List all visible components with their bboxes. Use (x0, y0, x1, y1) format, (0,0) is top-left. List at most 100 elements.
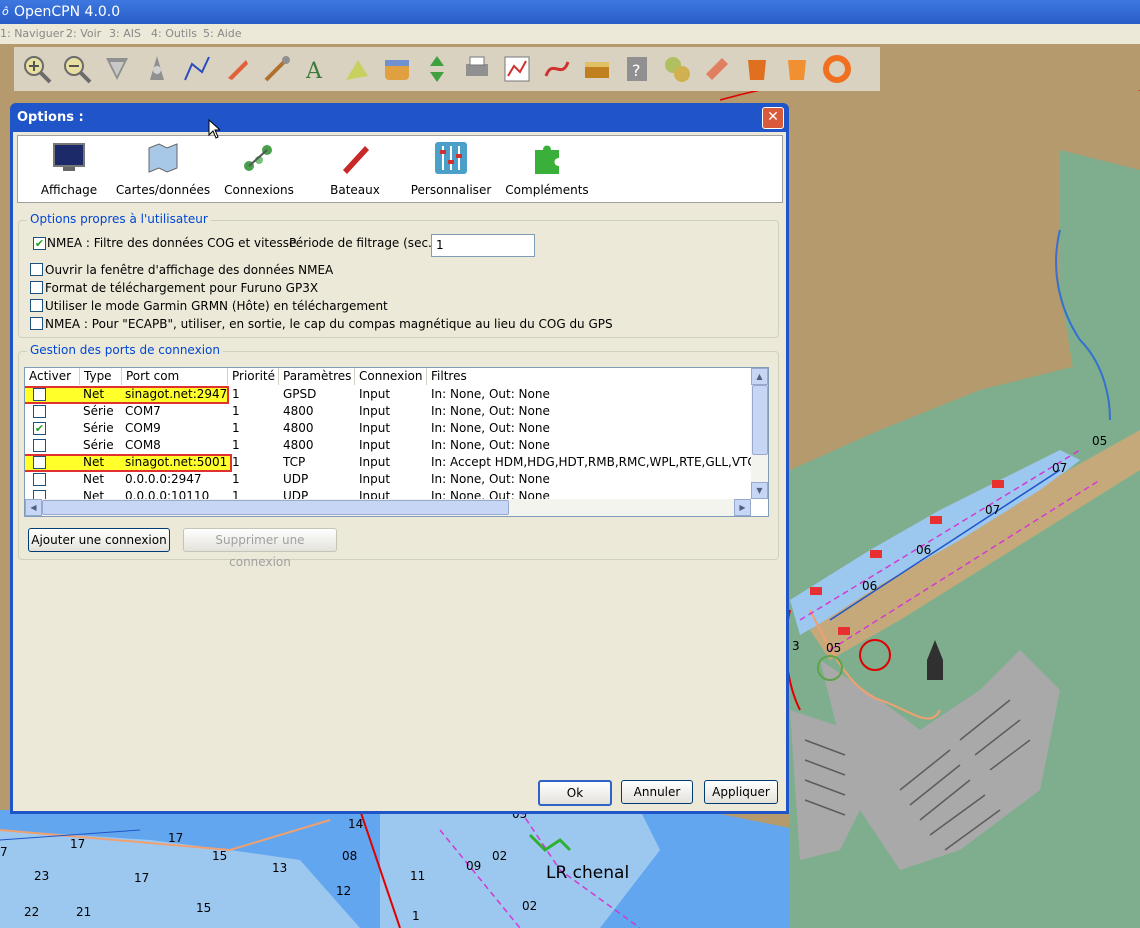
svg-text:7: 7 (0, 845, 8, 859)
filter-period-input[interactable] (431, 234, 535, 257)
col-header-activer[interactable]: Activer (25, 368, 80, 385)
svg-text:17: 17 (70, 837, 85, 851)
menu-voir[interactable]: 2: Voir (66, 24, 101, 44)
ecapb-checkbox[interactable] (30, 317, 43, 330)
cell-conn: Input (359, 455, 391, 469)
svg-text:23: 23 (34, 869, 49, 883)
vertical-scrollbar[interactable]: ▲ ▼ (751, 368, 768, 499)
cancel-button[interactable]: Annuler (621, 780, 693, 804)
furuno-format-checkbox[interactable] (30, 281, 43, 294)
plugins-icon (535, 145, 559, 174)
svg-text:08: 08 (342, 849, 357, 863)
dashboard-icon[interactable] (660, 52, 694, 86)
menu-outils[interactable]: 4: Outils (151, 24, 197, 44)
table-row[interactable]: Net sinagot.net:2947 1 GPSD Input In: None, O… (25, 386, 751, 404)
bucket2-icon[interactable] (780, 52, 814, 86)
print-icon[interactable] (460, 52, 494, 86)
remove-connection-button[interactable]: Supprimer une connexion (183, 528, 337, 569)
cell-conn: Input (359, 438, 391, 452)
menu-naviguer[interactable]: 1: Naviguer (0, 24, 64, 44)
row-enable-checkbox[interactable] (33, 388, 46, 401)
zoom-out-icon[interactable] (60, 52, 94, 86)
connections-legend: Gestion des ports de connexion (27, 343, 223, 357)
horizontal-scroll-thumb[interactable] (42, 500, 509, 515)
connections-icon (244, 145, 272, 171)
row-enable-checkbox[interactable]: ✔ (33, 422, 46, 435)
bucket-icon[interactable] (740, 52, 774, 86)
table-row[interactable]: Net sinagot.net:5001 1 TCP Input In: Accept H… (25, 454, 768, 472)
rubber-icon[interactable] (700, 52, 734, 86)
row-enable-checkbox[interactable] (33, 456, 46, 469)
opencpn-logo-icon: ô (2, 5, 9, 18)
cell-port: COM9 (125, 421, 161, 435)
scroll-down-button[interactable]: ▼ (751, 482, 768, 499)
row-enable-checkbox[interactable] (33, 439, 46, 452)
lifebuoy-icon[interactable] (820, 52, 854, 86)
tide-icon[interactable] (420, 52, 454, 86)
col-header-filtres[interactable]: Filtres (427, 368, 751, 385)
chart-scale-icon[interactable] (100, 52, 134, 86)
open-nmea-window-checkbox[interactable] (30, 263, 43, 276)
svg-text:21: 21 (76, 905, 91, 919)
category-affichage[interactable]: Affichage (21, 138, 117, 202)
svg-text:22: 22 (24, 905, 39, 919)
cell-port: sinagot.net:2947 (125, 387, 228, 401)
svg-text:11: 11 (410, 869, 425, 883)
opencpn-main-window: LR chenal 17 15 14 08 09 02 17 17 13 12 11 23 22… (0, 0, 1140, 928)
svg-text:02: 02 (522, 899, 537, 913)
help-icon[interactable]: ? (620, 52, 654, 86)
menu-ais[interactable]: 3: AIS (109, 24, 141, 44)
col-header-parametres[interactable]: Paramètres (279, 368, 355, 385)
stack-icon[interactable] (580, 52, 614, 86)
svg-text:15: 15 (212, 849, 227, 863)
cell-type: Net (83, 472, 105, 486)
garmin-mode-checkbox[interactable] (30, 299, 43, 312)
connections-table: Activer Type Port com Priorité Paramètre… (24, 367, 769, 517)
svg-text:02: 02 (492, 849, 507, 863)
add-connection-button[interactable]: Ajouter une connexion (28, 528, 170, 552)
menu-aide[interactable]: 5: Aide (203, 24, 242, 44)
col-header-port[interactable]: Port com (122, 368, 228, 385)
row-enable-checkbox[interactable] (33, 405, 46, 418)
col-header-type[interactable]: Type (80, 368, 122, 385)
route-icon[interactable] (180, 52, 214, 86)
category-connexions[interactable]: Connexions (211, 138, 307, 202)
apply-button[interactable]: Appliquer (704, 780, 778, 804)
row-enable-checkbox[interactable] (33, 473, 46, 486)
ships-icon (343, 146, 369, 174)
horizontal-scrollbar[interactable]: ◀ ▶ (25, 499, 751, 516)
cell-port: COM7 (125, 404, 161, 418)
garmin-mode-label: Utiliser le mode Garmin GRMN (Hôte) en t… (45, 299, 388, 313)
track-icon[interactable] (540, 52, 574, 86)
tools-icon[interactable] (260, 52, 294, 86)
svg-text:07: 07 (985, 503, 1000, 517)
vertical-scroll-thumb[interactable] (752, 385, 768, 455)
table-row[interactable]: Net 0.0.0.0:2947 1 UDP Input In: None, Out: N… (25, 471, 751, 488)
scroll-up-button[interactable]: ▲ (751, 368, 768, 385)
scroll-right-button[interactable]: ▶ (734, 499, 751, 516)
ownship-icon[interactable] (140, 52, 174, 86)
close-button[interactable]: ✕ (762, 107, 784, 129)
table-row[interactable]: Série COM8 1 4800 Input In: None, Out: None (25, 437, 751, 454)
cell-conn: Input (359, 404, 391, 418)
table-row[interactable]: Série COM7 1 4800 Input In: None, Out: None (25, 403, 751, 420)
table-row[interactable]: ✔ Série COM9 1 4800 Input In: None, Out: None (25, 420, 751, 437)
category-bateaux[interactable]: Bateaux (307, 138, 403, 202)
layers-icon[interactable] (380, 52, 414, 86)
mark-icon[interactable] (340, 52, 374, 86)
category-personnaliser[interactable]: Personnaliser (403, 138, 499, 202)
nmea-filter-checkbox[interactable]: ✔ (33, 237, 46, 250)
zoom-in-icon[interactable] (20, 52, 54, 86)
scroll-left-button[interactable]: ◀ (25, 499, 42, 516)
settings-icon[interactable] (500, 52, 534, 86)
ok-button[interactable]: Ok (538, 780, 612, 806)
category-complements[interactable]: Compléments (499, 138, 595, 202)
col-header-connexion[interactable]: Connexion (355, 368, 427, 385)
boat-icon[interactable] (220, 52, 254, 86)
col-header-priorite[interactable]: Priorité (228, 368, 279, 385)
text-icon[interactable]: A (300, 52, 334, 86)
cell-port: 0.0.0.0:2947 (125, 472, 202, 486)
cell-params: 4800 (283, 421, 314, 435)
category-cartes[interactable]: Cartes/données (115, 138, 211, 202)
main-toolbar: A ? (14, 47, 880, 91)
